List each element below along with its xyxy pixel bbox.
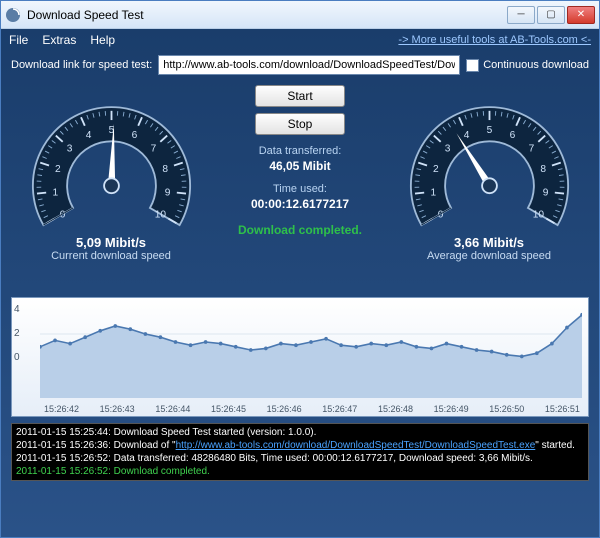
- gauge-right-value: 3,66 Mibit/s: [454, 235, 524, 250]
- chart-xticks: 15:26:4215:26:4315:26:4415:26:4515:26:46…: [44, 404, 580, 414]
- svg-text:2: 2: [433, 164, 439, 175]
- menu-extras[interactable]: Extras: [42, 33, 76, 47]
- status-text: Download completed.: [238, 223, 362, 237]
- checkbox-icon: [466, 59, 479, 72]
- svg-text:5: 5: [486, 125, 492, 136]
- gauge-left-value: 5,09 Mibit/s: [76, 235, 146, 250]
- svg-text:9: 9: [542, 187, 548, 198]
- data-transferred-value: 46,05 Mibit: [269, 159, 330, 173]
- menubar: File Extras Help -> More useful tools at…: [1, 29, 599, 51]
- svg-text:4: 4: [85, 130, 91, 141]
- gauge-current: 012345678910: [19, 83, 204, 233]
- gauge-left-label: Current download speed: [51, 250, 171, 262]
- chart-area: [40, 302, 582, 398]
- svg-text:6: 6: [131, 130, 137, 141]
- speed-chart: 420 15:26:4215:26:4315:26:4415:26:4515:2…: [11, 297, 589, 417]
- svg-text:8: 8: [540, 164, 546, 175]
- log-download-link[interactable]: http://www.ab-tools.com/download/Downloa…: [176, 440, 536, 451]
- maximize-button[interactable]: ▢: [537, 6, 565, 24]
- url-input[interactable]: [158, 55, 460, 75]
- gauge-average: 012345678910: [397, 83, 582, 233]
- gauge-right-label: Average download speed: [427, 250, 551, 262]
- svg-text:8: 8: [162, 164, 168, 175]
- gauge-left-col: 012345678910 5,09 Mibit/s Current downlo…: [11, 83, 211, 262]
- url-label: Download link for speed test:: [11, 59, 152, 71]
- stop-button[interactable]: Stop: [255, 113, 345, 135]
- close-button[interactable]: ✕: [567, 6, 595, 24]
- window-title: Download Speed Test: [27, 8, 507, 22]
- menu-help[interactable]: Help: [90, 33, 115, 47]
- time-used-value: 00:00:12.6177217: [251, 197, 349, 211]
- log-panel: 2011-01-15 15:25:44: Download Speed Test…: [11, 423, 589, 481]
- svg-text:6: 6: [509, 130, 515, 141]
- minimize-button[interactable]: ─: [507, 6, 535, 24]
- more-tools-link[interactable]: -> More useful tools at AB-Tools.com <-: [398, 34, 591, 46]
- svg-text:3: 3: [66, 144, 72, 155]
- main-panel: 012345678910 5,09 Mibit/s Current downlo…: [1, 83, 599, 537]
- gauges-row: 012345678910 5,09 Mibit/s Current downlo…: [11, 83, 589, 293]
- svg-text:10: 10: [154, 210, 166, 221]
- svg-text:1: 1: [430, 187, 436, 198]
- svg-text:3: 3: [444, 144, 450, 155]
- continuous-label: Continuous download: [483, 59, 589, 71]
- svg-text:9: 9: [164, 187, 170, 198]
- svg-text:10: 10: [532, 210, 544, 221]
- window-controls: ─ ▢ ✕: [507, 6, 595, 24]
- svg-text:4: 4: [463, 130, 469, 141]
- log-line-1: 2011-01-15 15:25:44: Download Speed Test…: [16, 426, 584, 439]
- chart-yticks: 420: [14, 304, 20, 376]
- app-window: Download Speed Test ─ ▢ ✕ File Extras He…: [0, 0, 600, 538]
- mid-column: Start Stop Data transferred: 46,05 Mibit…: [211, 83, 389, 237]
- menu-file[interactable]: File: [9, 33, 28, 47]
- log-line-2: 2011-01-15 15:26:36: Download of "http:/…: [16, 439, 584, 452]
- titlebar[interactable]: Download Speed Test ─ ▢ ✕: [1, 1, 599, 29]
- continuous-checkbox[interactable]: Continuous download: [466, 59, 589, 72]
- svg-text:7: 7: [528, 144, 534, 155]
- data-transferred-label: Data transferred:: [259, 145, 342, 157]
- start-button[interactable]: Start: [255, 85, 345, 107]
- svg-text:7: 7: [150, 144, 156, 155]
- gauge-right-col: 012345678910 3,66 Mibit/s Average downlo…: [389, 83, 589, 262]
- log-line-4: 2011-01-15 15:26:52: Download completed.: [16, 465, 584, 478]
- svg-text:1: 1: [52, 187, 58, 198]
- log-line-3: 2011-01-15 15:26:52: Data transferred: 4…: [16, 452, 584, 465]
- svg-text:2: 2: [55, 164, 61, 175]
- time-used-label: Time used:: [273, 183, 327, 195]
- content-area: File Extras Help -> More useful tools at…: [1, 29, 599, 537]
- url-row: Download link for speed test: Continuous…: [1, 51, 599, 83]
- app-icon: [5, 7, 21, 23]
